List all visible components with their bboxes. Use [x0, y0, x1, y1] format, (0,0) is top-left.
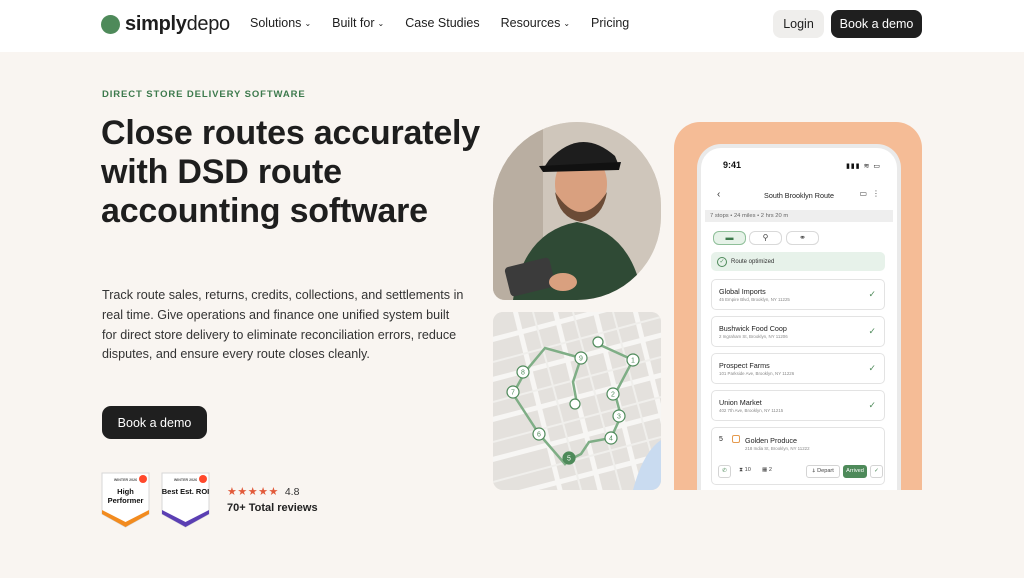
logo-mark: [101, 15, 120, 34]
rating: ★★★★★ 4.8: [227, 485, 300, 499]
phone-clock: 9:41: [723, 160, 742, 170]
phone-mockup-background: 9:41 ▮▮▮ ≋ ▭ ‹ South Brooklyn Route ▭⋮ 7…: [674, 122, 922, 490]
stop-actions: ✆ ⧗ 10 ▦ 2 ⍋ Depart Arrived ✓: [718, 465, 883, 479]
hero-description: Track route sales, returns, credits, col…: [102, 288, 464, 362]
logo-wordmark: simplydepo: [125, 13, 230, 35]
store-icon: [732, 435, 740, 443]
book-demo-hero-button[interactable]: Book a demo: [102, 406, 207, 439]
list-item[interactable]: Union Market 402 7th Ave, Brooklyn, NY 1…: [711, 390, 885, 421]
hero-eyebrow: DIRECT STORE DELIVERY SOFTWARE: [102, 89, 306, 100]
driver-photo: [493, 122, 661, 300]
route-menu-icons[interactable]: ▭⋮: [859, 189, 885, 198]
g2-badge-high-performer: WINTER 2026 High Performer: [101, 472, 150, 528]
stop-name: Union Market: [719, 398, 762, 407]
svg-text:4: 4: [609, 436, 613, 443]
phone-mockup: 9:41 ▮▮▮ ≋ ▭ ‹ South Brooklyn Route ▭⋮ 7…: [697, 144, 901, 490]
check-circle-icon: ✓: [717, 256, 727, 267]
stop-address: 2 Ingraham St, Brooklyn, NY 11206: [719, 334, 788, 339]
svg-text:1: 1: [631, 358, 635, 365]
list-item[interactable]: Bushwick Food Coop 2 Ingraham St, Brookl…: [711, 316, 885, 347]
book-demo-nav-button[interactable]: Book a demo: [831, 10, 922, 38]
check-icon: ✓: [868, 400, 876, 410]
list-item[interactable]: Global Imports 45 Empire Blvd, Brooklyn,…: [711, 279, 885, 310]
current-stop-card[interactable]: 5 Golden Produce 218 India St, Brooklyn,…: [711, 427, 885, 485]
badge-title: High Performer: [107, 487, 144, 505]
stop-name: Prospect Farms: [719, 361, 770, 370]
review-count: 70+ Total reviews: [227, 502, 318, 514]
svg-text:8: 8: [521, 370, 525, 377]
arrived-button[interactable]: Arrived: [843, 465, 867, 478]
check-icon: ✓: [868, 326, 876, 336]
stop-number: 5: [719, 436, 723, 443]
bike-mode-icon[interactable]: ⚭: [786, 231, 819, 245]
chevron-down-icon: ⌄: [304, 19, 312, 28]
check-icon[interactable]: ✓: [870, 465, 883, 478]
stop-name: Global Imports: [719, 287, 766, 296]
check-icon: ✓: [868, 363, 876, 373]
svg-text:9: 9: [579, 356, 583, 363]
login-button[interactable]: Login: [773, 10, 824, 38]
signal-wifi-battery-icon: ▮▮▮ ≋ ▭: [846, 163, 881, 170]
calculator-count: ▦ 2: [758, 465, 776, 478]
hero-headline: Close routes accurately with DSD route a…: [101, 114, 481, 230]
stop-name: Bushwick Food Coop: [719, 324, 787, 333]
chevron-down-icon: ⌄: [563, 19, 571, 28]
phone-icon[interactable]: ✆: [718, 465, 731, 478]
main-menu: Solutions ⌄ Built for ⌄ Case Studies Resou…: [250, 16, 650, 30]
top-nav: simplydepo Solutions ⌄ Built for ⌄ Case St…: [0, 0, 1024, 52]
svg-text:5: 5: [567, 456, 571, 463]
stop-address: 101 Parkside Ave, Brooklyn, NY 11226: [719, 371, 795, 376]
check-icon: ✓: [868, 289, 876, 299]
badge-season: WINTER 2026: [113, 478, 138, 482]
menu-pricing[interactable]: Pricing: [591, 16, 629, 30]
car-mode-icon[interactable]: ▬: [713, 231, 746, 245]
menu-case-studies[interactable]: Case Studies: [405, 16, 479, 30]
logo[interactable]: simplydepo: [101, 13, 230, 36]
stop-address: 218 India St, Brooklyn, NY 11222: [745, 446, 810, 451]
walk-mode-icon[interactable]: ⚲: [749, 231, 782, 245]
menu-resources[interactable]: Resources ⌄: [501, 16, 570, 30]
svg-text:6: 6: [537, 432, 541, 439]
route-map: 1 2 3 4 5 6 7 8 9: [493, 312, 661, 490]
rating-value: 4.8: [284, 485, 300, 498]
chevron-down-icon: ⌄: [377, 19, 385, 28]
hourglass-count: ⧗ 10: [735, 465, 755, 478]
svg-text:7: 7: [511, 390, 515, 397]
g2-badge-best-roi: WINTER 2026 Best Est. ROI: [161, 472, 210, 528]
stop-name: Golden Produce: [745, 436, 797, 445]
depart-button[interactable]: ⍋ Depart: [806, 465, 840, 478]
svg-text:3: 3: [617, 414, 621, 421]
stop-address: 402 7th Ave, Brooklyn, NY 11215: [719, 408, 784, 413]
menu-solutions[interactable]: Solutions ⌄: [250, 16, 311, 30]
stop-address: 45 Empire Blvd, Brooklyn, NY 11225: [719, 297, 790, 302]
menu-built-for[interactable]: Built for ⌄: [332, 16, 384, 30]
optimized-label: Route optimized: [731, 258, 775, 265]
star-rating-icon: ★★★★★: [227, 486, 279, 498]
list-item[interactable]: Prospect Farms 101 Parkside Ave, Brookly…: [711, 353, 885, 384]
route-optimized-banner: ✓ Route optimized: [711, 252, 885, 271]
route-summary: 7 stops • 24 miles • 2 hrs 20 m: [705, 210, 893, 222]
svg-text:2: 2: [611, 392, 615, 399]
badge-season: WINTER 2026: [173, 478, 198, 482]
badge-title: Best Est. ROI: [161, 487, 210, 496]
